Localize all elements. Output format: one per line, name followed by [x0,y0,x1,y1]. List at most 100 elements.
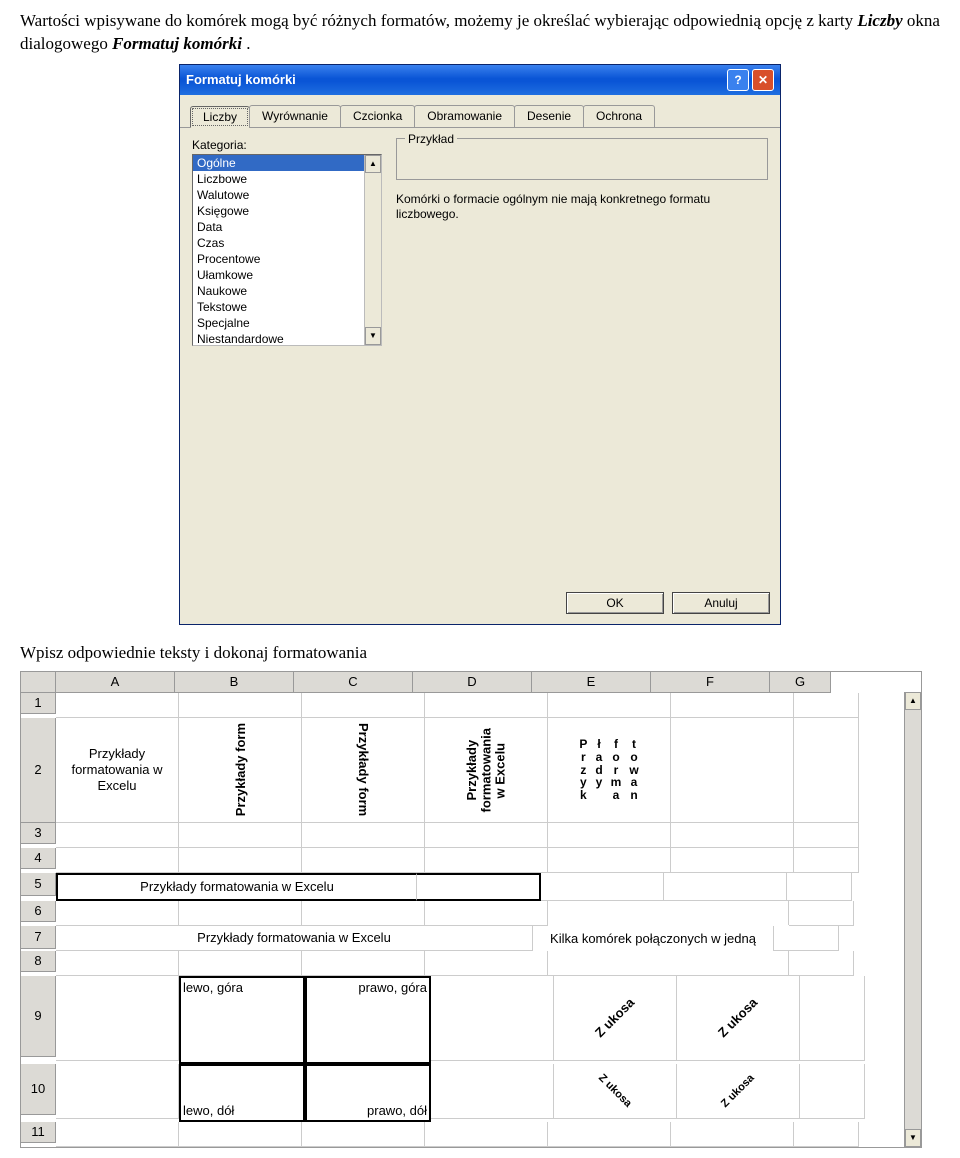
cell-c2[interactable]: Przykłady form [302,718,425,823]
category-item[interactable]: Księgowe [193,203,381,219]
cell[interactable] [548,823,671,848]
cell[interactable] [431,976,554,1061]
cell-c9[interactable]: prawo, góra [305,976,431,1064]
row-header[interactable]: 1 [21,693,56,714]
cell[interactable] [671,823,794,848]
cell[interactable] [789,951,854,976]
cell[interactable] [800,1064,865,1119]
cell[interactable] [56,1122,179,1147]
col-header[interactable]: B [175,672,294,693]
sheet-scrollbar[interactable]: ▲ ▼ [904,692,921,1147]
cell[interactable] [417,873,541,901]
cell[interactable] [794,848,859,873]
scroll-up-icon[interactable]: ▲ [365,155,381,173]
tab-wyrownanie[interactable]: Wyrównanie [249,105,341,127]
scroll-down-icon[interactable]: ▼ [365,327,381,345]
cell[interactable] [179,901,302,926]
cell-a2[interactable]: Przykłady formatowania w Excelu [56,718,179,823]
cell[interactable] [548,848,671,873]
cell-b2[interactable]: Przykłady form [179,718,302,823]
cell-e2[interactable]: Przyk łady forma towan [548,718,671,823]
cell[interactable] [425,693,548,718]
cell[interactable] [56,976,179,1061]
cell-f10[interactable]: Z ukosa [677,1064,800,1119]
cell[interactable] [431,1064,554,1119]
row-header[interactable]: 7 [21,926,56,949]
tab-ochrona[interactable]: Ochrona [583,105,655,127]
category-item[interactable]: Data [193,219,381,235]
cell[interactable] [56,693,179,718]
col-header[interactable]: D [413,672,532,693]
cell[interactable] [302,823,425,848]
category-item[interactable]: Tekstowe [193,299,381,315]
cell[interactable] [794,693,859,718]
cell[interactable] [794,718,859,823]
category-item[interactable]: Naukowe [193,283,381,299]
cell[interactable] [425,901,548,926]
scroll-up-icon[interactable]: ▲ [905,692,921,710]
tab-czcionka[interactable]: Czcionka [340,105,415,127]
cell-b9[interactable]: lewo, góra [179,976,305,1064]
cell-row5-merged[interactable]: Przykłady formatowania w Excelu [56,873,417,901]
cell-d2[interactable]: Przykłady formatowania w Excelu [425,718,548,823]
cell[interactable] [179,1122,302,1147]
help-button[interactable]: ? [727,69,749,91]
cell[interactable] [548,693,671,718]
cell[interactable] [671,848,794,873]
cell[interactable] [302,901,425,926]
merged-cell-top[interactable] [548,901,789,925]
row-header[interactable]: 9 [21,976,56,1057]
cell[interactable] [789,901,854,926]
cell[interactable] [800,976,865,1061]
row-header[interactable]: 8 [21,951,56,972]
category-item[interactable]: Procentowe [193,251,381,267]
close-button[interactable]: ✕ [752,69,774,91]
category-item[interactable]: Walutowe [193,187,381,203]
dialog-titlebar[interactable]: Formatuj komórki ? ✕ [180,65,780,95]
cell[interactable] [302,693,425,718]
cell-e10[interactable]: Z ukosa [554,1064,677,1119]
row-header[interactable]: 3 [21,823,56,844]
col-header[interactable]: F [651,672,770,693]
cell[interactable] [56,901,179,926]
merged-cell-bot[interactable] [548,951,789,976]
category-item[interactable]: Ułamkowe [193,267,381,283]
tab-obramowanie[interactable]: Obramowanie [414,105,515,127]
cell[interactable] [671,1122,794,1147]
col-header[interactable]: E [532,672,651,693]
cell[interactable] [425,1122,548,1147]
cell[interactable] [425,951,548,976]
cell[interactable] [56,823,179,848]
cell[interactable] [56,951,179,976]
category-item[interactable]: Niestandardowe [193,331,381,346]
cell[interactable] [56,848,179,873]
cell-f9[interactable]: Z ukosa [677,976,800,1061]
cell[interactable] [664,873,787,901]
cell[interactable] [671,718,794,823]
cell[interactable] [548,1122,671,1147]
cell[interactable] [302,951,425,976]
listbox-scrollbar[interactable]: ▲ ▼ [364,155,381,345]
cell[interactable] [671,693,794,718]
row-header[interactable]: 2 [21,718,56,823]
cell-c10[interactable]: prawo, dół [305,1064,431,1122]
row-header[interactable]: 5 [21,873,56,896]
row-header[interactable]: 4 [21,848,56,869]
cell[interactable] [179,693,302,718]
tab-desenie[interactable]: Desenie [514,105,584,127]
cell-row7[interactable]: Przykłady formatowania w Excelu [56,926,533,951]
cell[interactable] [179,848,302,873]
cell[interactable] [302,1122,425,1147]
row-header[interactable]: 11 [21,1122,56,1143]
cell[interactable] [179,823,302,848]
cell[interactable] [541,873,664,901]
scroll-down-icon[interactable]: ▼ [905,1129,921,1147]
cell[interactable] [56,1064,179,1119]
cell[interactable] [302,848,425,873]
cancel-button[interactable]: Anuluj [672,592,770,614]
cell-e9[interactable]: Z ukosa [554,976,677,1061]
col-header[interactable]: G [770,672,831,693]
cell[interactable] [179,951,302,976]
cell[interactable] [794,823,859,848]
cell[interactable] [425,848,548,873]
